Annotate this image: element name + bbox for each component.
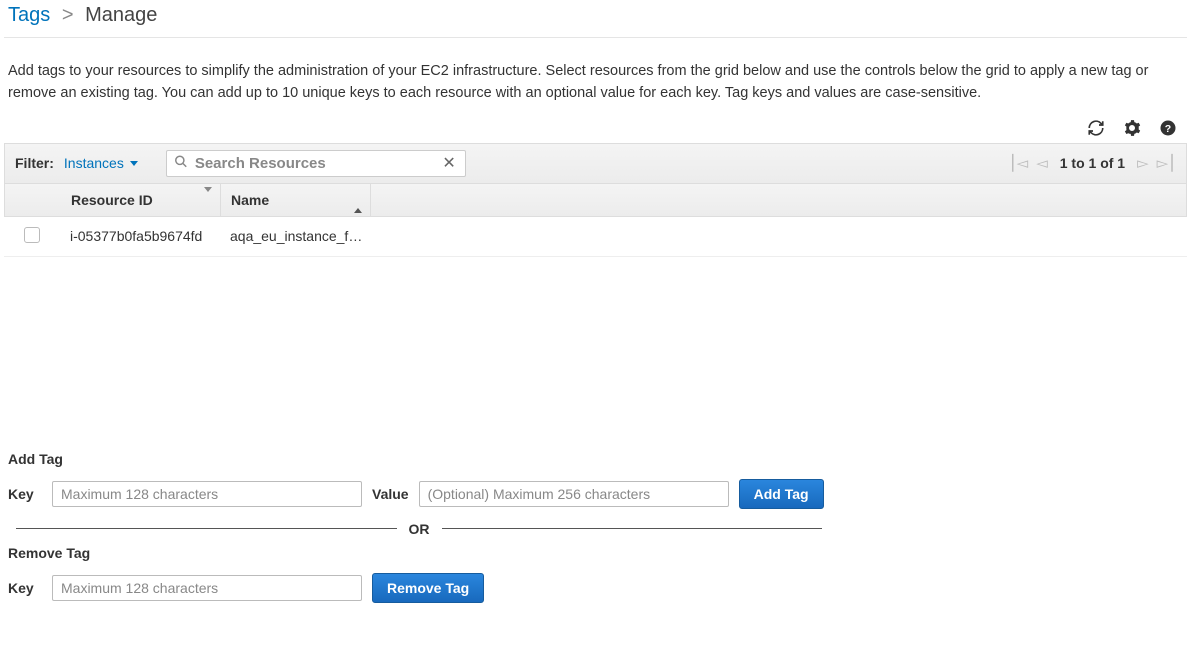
- remove-tag-button[interactable]: Remove Tag: [372, 573, 484, 603]
- clear-search-icon[interactable]: ✕: [438, 153, 459, 173]
- search-input[interactable]: [166, 150, 466, 177]
- breadcrumb-current: Manage: [85, 4, 157, 26]
- table-row[interactable]: i-05377b0fa5b9674fd aqa_eu_instance_f…: [4, 217, 1187, 257]
- toolbar: ?: [4, 113, 1187, 143]
- divider-line-right: [442, 528, 823, 529]
- add-tag-title: Add Tag: [4, 447, 1187, 471]
- filter-type-text: Instances: [64, 155, 124, 171]
- add-tag-button[interactable]: Add Tag: [739, 479, 824, 509]
- or-text: OR: [409, 521, 430, 537]
- table-header: Resource ID Name: [4, 184, 1187, 217]
- column-name[interactable]: Name: [221, 184, 371, 216]
- remove-tag-title: Remove Tag: [4, 541, 1187, 565]
- svg-text:?: ?: [1165, 123, 1171, 135]
- sort-indicator-icon: [204, 192, 212, 208]
- divider-line-left: [16, 528, 397, 529]
- breadcrumb-tags-link[interactable]: Tags: [8, 4, 50, 26]
- column-checkbox: [5, 184, 61, 216]
- chevron-down-icon: [130, 161, 138, 166]
- remove-tag-row: Key Remove Tag: [4, 565, 1187, 611]
- add-key-input[interactable]: [52, 481, 362, 507]
- cell-name: aqa_eu_instance_f…: [220, 226, 370, 246]
- filter-bar: Filter: Instances ✕ ⎮◅ ◅ 1 to 1 of 1 ▻ ▻…: [4, 143, 1187, 184]
- gear-icon[interactable]: [1123, 119, 1141, 137]
- add-value-input[interactable]: [419, 481, 729, 507]
- pager: ⎮◅ ◅ 1 to 1 of 1 ▻ ▻⎮: [1009, 154, 1176, 172]
- breadcrumb-separator: >: [62, 4, 74, 26]
- pager-first-icon[interactable]: ⎮◅: [1009, 154, 1028, 172]
- refresh-icon[interactable]: [1087, 119, 1105, 137]
- cell-resource-id: i-05377b0fa5b9674fd: [60, 226, 220, 246]
- sort-asc-icon: [354, 192, 362, 208]
- remove-key-label: Key: [8, 580, 42, 596]
- add-value-label: Value: [372, 486, 409, 502]
- filter-type-dropdown[interactable]: Instances: [64, 155, 138, 171]
- filter-label: Filter:: [15, 155, 54, 171]
- pager-text: 1 to 1 of 1: [1060, 155, 1125, 171]
- add-key-label: Key: [8, 486, 42, 502]
- or-divider: OR: [4, 517, 834, 541]
- help-icon[interactable]: ?: [1159, 119, 1177, 137]
- remove-key-input[interactable]: [52, 575, 362, 601]
- pager-prev-icon[interactable]: ◅: [1036, 154, 1048, 172]
- search-wrap: ✕: [166, 150, 466, 177]
- column-resource-id-label: Resource ID: [71, 192, 153, 208]
- add-tag-row: Key Value Add Tag: [4, 471, 1187, 517]
- breadcrumb: Tags > Manage: [4, 0, 1187, 38]
- column-name-label: Name: [231, 192, 269, 208]
- page-description: Add tags to your resources to simplify t…: [4, 38, 1187, 113]
- pager-last-icon[interactable]: ▻⎮: [1157, 154, 1176, 172]
- column-resource-id[interactable]: Resource ID: [61, 184, 221, 216]
- pager-next-icon[interactable]: ▻: [1137, 154, 1149, 172]
- row-checkbox[interactable]: [24, 227, 40, 243]
